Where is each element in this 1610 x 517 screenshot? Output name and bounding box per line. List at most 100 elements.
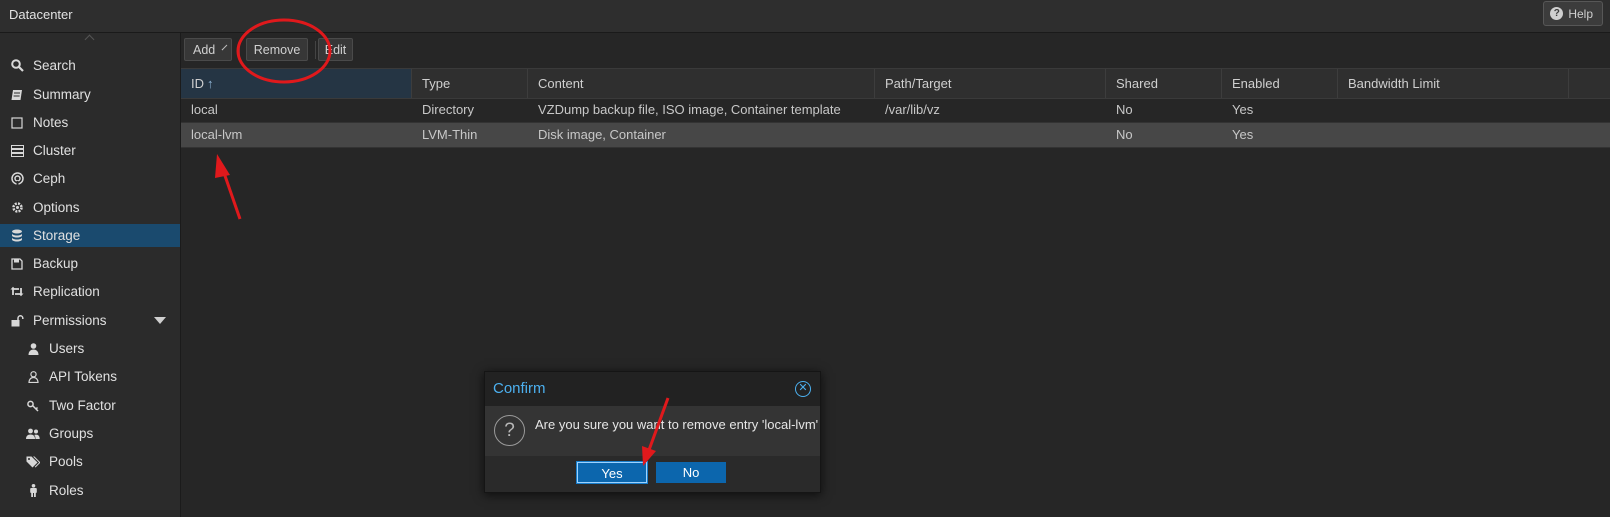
cell-enabled: Yes [1232, 127, 1254, 142]
sidebar-item-label: Summary [33, 87, 91, 102]
chevron-down-icon[interactable] [154, 317, 166, 324]
dialog-header: Confirm ✕ [485, 372, 820, 406]
unlock-icon [10, 314, 24, 328]
remove-button[interactable]: Remove [246, 38, 308, 61]
sidebar-item-label: Groups [49, 426, 94, 441]
breadcrumb-title: Datacenter [9, 7, 73, 22]
sidebar-item-label: Backup [33, 256, 79, 271]
sidebar-item-cluster[interactable]: Cluster [0, 139, 180, 162]
cell-bandwidth-limit [1338, 98, 1348, 122]
add-button[interactable]: Add [184, 38, 232, 61]
sidebar-item-api-tokens[interactable]: API Tokens [0, 365, 180, 388]
database-icon [10, 229, 24, 243]
question-circle-icon: ? [1550, 7, 1564, 20]
sidebar: Search Summary Notes Cluster Ceph Option… [0, 33, 181, 517]
search-icon [10, 59, 24, 73]
sidebar-item-replication[interactable]: Replication [0, 280, 180, 303]
sidebar-item-label: Notes [33, 115, 69, 130]
gear-icon [10, 201, 24, 215]
sidebar-item-label: Roles [49, 483, 84, 498]
add-label: Add [193, 42, 216, 57]
sidebar-item-label: Pools [49, 454, 83, 469]
column-header-content[interactable]: Content [528, 69, 875, 98]
column-header-shared[interactable]: Shared [1106, 69, 1222, 98]
sidebar-item-label: Replication [33, 284, 100, 299]
sidebar-item-ceph[interactable]: Ceph [0, 167, 180, 190]
cell-shared: No [1116, 127, 1133, 142]
dialog-body: ? Are you sure you want to remove entry … [485, 406, 820, 456]
cell-path-target: /var/lib/vz [885, 102, 940, 117]
grid-header: ID ↑ Type Content Path/Target Shared Enab… [181, 68, 1610, 99]
user-outline-icon [26, 370, 40, 384]
sidebar-item-search[interactable]: Search [0, 54, 180, 77]
sidebar-item-label: Storage [33, 228, 81, 243]
sidebar-item-pools[interactable]: Pools [0, 450, 180, 473]
no-button[interactable]: No [656, 462, 726, 483]
dialog-title: Confirm [493, 380, 546, 397]
question-icon: ? [494, 415, 525, 446]
tags-icon [26, 455, 40, 469]
cell-id: local [191, 102, 218, 117]
book-icon [10, 88, 24, 102]
collapse-handle[interactable] [84, 34, 95, 45]
cell-type: LVM-Thin [422, 127, 478, 142]
column-header-bandwidth-limit[interactable]: Bandwidth Limit [1338, 69, 1569, 98]
help-label: Help [1568, 6, 1593, 21]
sidebar-item-label: Ceph [33, 171, 66, 186]
cell-type: Directory [422, 102, 475, 117]
sidebar-item-groups[interactable]: Groups [0, 422, 180, 445]
sidebar-item-two-factor[interactable]: Two Factor [0, 394, 180, 417]
column-header-type[interactable]: Type [412, 69, 528, 98]
cell-path-target [875, 123, 885, 147]
sidebar-item-label: API Tokens [49, 369, 118, 384]
edit-button[interactable]: Edit [318, 38, 353, 61]
cell-id: local-lvm [191, 127, 243, 142]
edit-label: Edit [324, 42, 347, 57]
yes-button[interactable]: Yes [577, 462, 647, 483]
server-icon [10, 144, 24, 158]
sidebar-item-options[interactable]: Options [0, 196, 180, 219]
remove-label: Remove [253, 42, 301, 57]
sidebar-item-users[interactable]: Users [0, 337, 180, 360]
key-icon [26, 399, 40, 413]
retweet-icon [10, 285, 24, 299]
sidebar-item-label: Search [33, 58, 76, 73]
toolbar-separator [239, 41, 240, 59]
sidebar-item-permissions[interactable]: Permissions [0, 309, 180, 332]
sidebar-item-label: Two Factor [49, 398, 116, 413]
column-header-enabled[interactable]: Enabled [1222, 69, 1338, 98]
sidebar-item-summary[interactable]: Summary [0, 83, 180, 106]
storage-panel: Add Remove Edit ID ↑ Type Content Path/Ta… [181, 33, 1610, 517]
sidebar-item-roles[interactable]: Roles [0, 479, 180, 502]
sort-ascending-icon: ↑ [207, 76, 214, 91]
confirm-dialog: Confirm ✕ ? Are you sure you want to rem… [484, 371, 821, 493]
sidebar-item-backup[interactable]: Backup [0, 252, 180, 275]
chevron-down-icon [221, 44, 228, 51]
male-icon [26, 484, 40, 498]
sidebar-item-label: Permissions [33, 313, 107, 328]
cell-bandwidth-limit [1338, 123, 1348, 147]
table-row[interactable]: local Directory VZDump backup file, ISO … [181, 98, 1610, 123]
users-icon [26, 427, 40, 441]
close-icon[interactable]: ✕ [795, 381, 811, 397]
sidebar-item-storage[interactable]: Storage [0, 224, 180, 247]
table-row[interactable]: local-lvm LVM-Thin Disk image, Container… [181, 123, 1610, 148]
note-icon [10, 116, 24, 130]
sidebar-item-label: Cluster [33, 143, 76, 158]
cell-shared: No [1116, 102, 1133, 117]
sidebar-item-label: Users [49, 341, 85, 356]
floppy-icon [10, 257, 24, 271]
help-button[interactable]: ? Help [1543, 1, 1603, 26]
user-icon [26, 342, 40, 356]
dialog-message: Are you sure you want to remove entry 'l… [535, 417, 819, 432]
toolbar-separator [315, 41, 316, 59]
column-header-id[interactable]: ID ↑ [181, 69, 412, 98]
toolbar: Add Remove Edit [181, 33, 1610, 68]
cell-content: Disk image, Container [538, 127, 666, 142]
cell-content: VZDump backup file, ISO image, Container… [538, 102, 841, 117]
ceph-icon [10, 172, 24, 186]
sidebar-item-notes[interactable]: Notes [0, 111, 180, 134]
sidebar-item-label: Options [33, 200, 80, 215]
cell-enabled: Yes [1232, 102, 1254, 117]
column-header-path-target[interactable]: Path/Target [875, 69, 1106, 98]
